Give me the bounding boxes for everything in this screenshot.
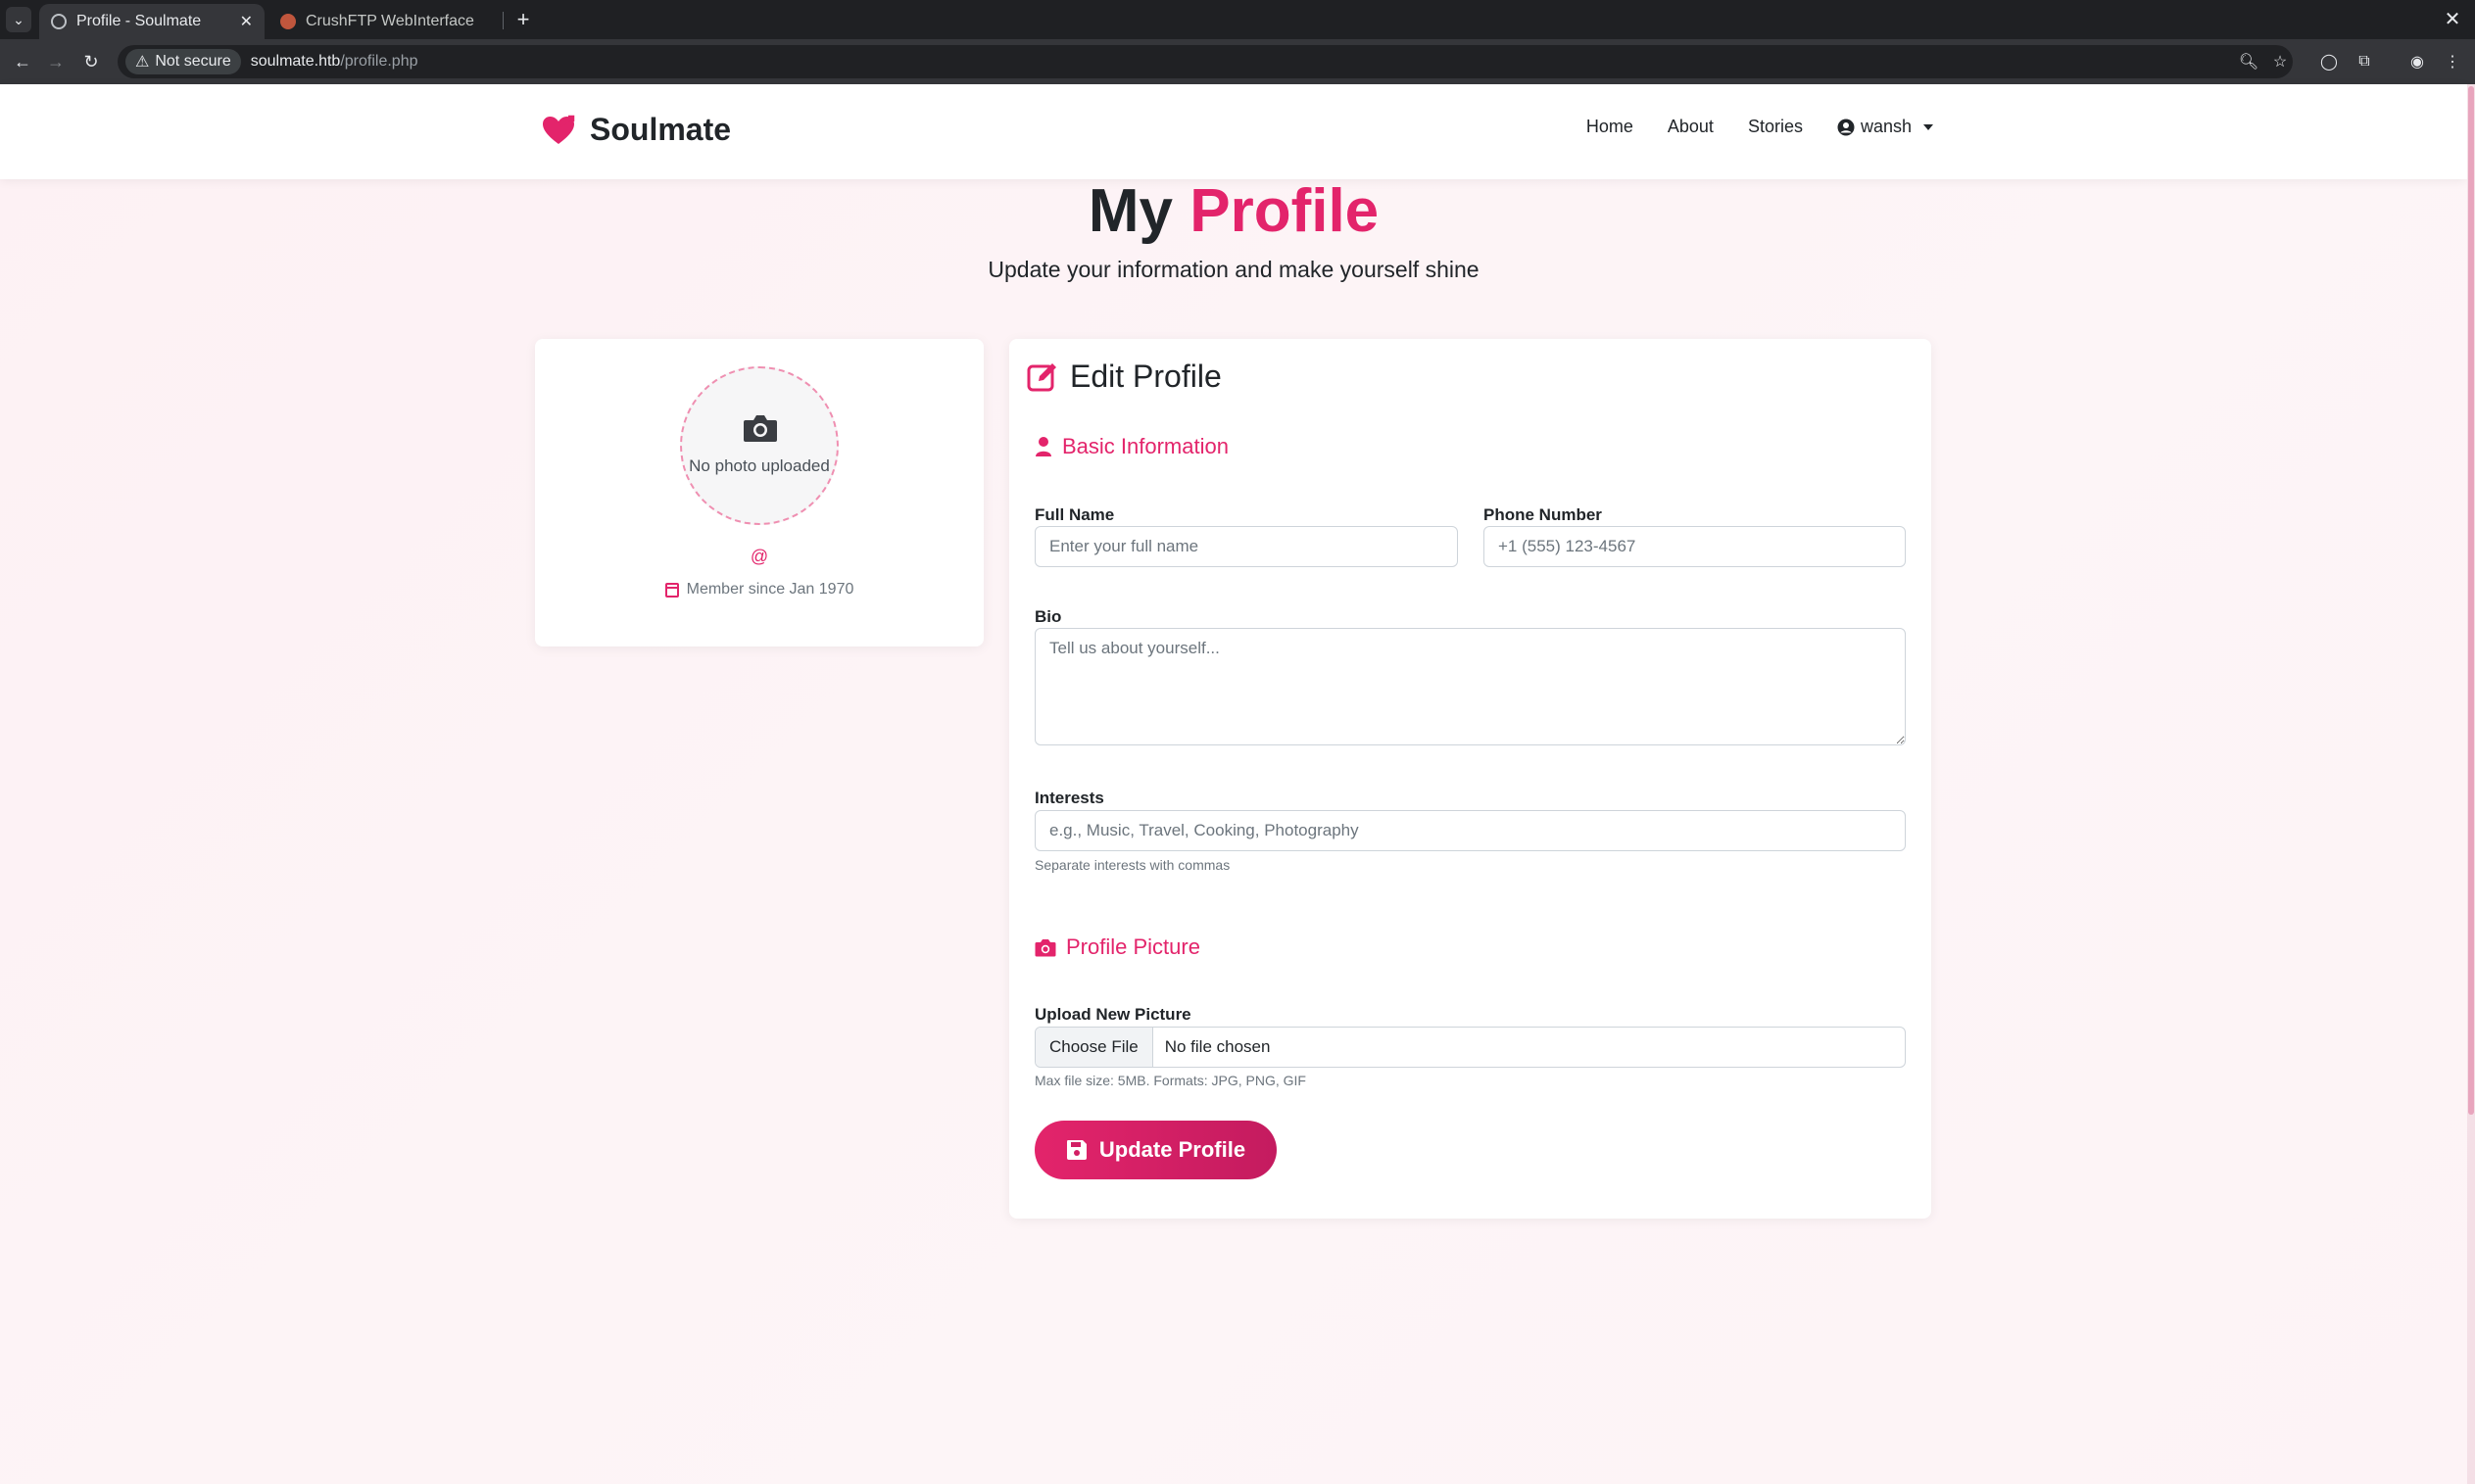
nav-links: Home About Stories wansh (1586, 117, 1933, 137)
nav-link-home[interactable]: Home (1586, 117, 1633, 137)
full-name-label: Full Name (1035, 505, 1115, 524)
basic-info-heading: Basic Information (1035, 434, 1229, 459)
nav-link-about[interactable]: About (1668, 117, 1714, 137)
extensions-puzzle-icon[interactable]: ⧉ (2350, 47, 2379, 76)
brand-link[interactable]: Soulmate (541, 112, 731, 148)
globe-icon (51, 14, 67, 29)
back-arrow-icon[interactable]: ← (8, 47, 37, 76)
interests-input[interactable] (1035, 810, 1906, 851)
full-name-input[interactable] (1035, 526, 1458, 567)
nav-link-stories[interactable]: Stories (1748, 117, 1803, 137)
brand-name: Soulmate (590, 112, 732, 147)
profile-icon[interactable]: ◉ (2402, 47, 2432, 76)
interests-label: Interests (1035, 789, 1104, 807)
page-subtitle: Update your information and make yoursel… (988, 257, 1480, 282)
page-title: My Profile (1088, 177, 1380, 245)
tab-profile[interactable]: Profile - Soulmate ✕ (39, 4, 265, 39)
bio-textarea[interactable] (1035, 628, 1906, 745)
crushftp-favicon-icon (280, 14, 296, 29)
site-navbar: Soulmate Home About Stories wansh (0, 84, 2467, 179)
interests-help: Separate interests with commas (1035, 857, 1231, 873)
scrollbar-thumb[interactable] (2468, 86, 2474, 1115)
reload-icon[interactable]: ↻ (76, 47, 106, 76)
user-circle-icon (1837, 119, 1855, 135)
page-scrollbar[interactable] (2467, 84, 2475, 1484)
page-content: Soulmate Home About Stories wansh My Pro… (0, 84, 2467, 1484)
security-label: Not secure (155, 53, 231, 70)
tab-title: CrushFTP WebInterface (306, 13, 474, 29)
bio-label: Bio (1035, 607, 1062, 626)
browser-toolbar: ← → ↻ ⚠ Not secure soulmate.htb/profile.… (0, 39, 2475, 84)
username-handle: @ (750, 547, 769, 566)
profile-picture-heading: Profile Picture (1035, 934, 1200, 960)
camera-icon (1035, 938, 1056, 956)
user-icon (1036, 437, 1051, 456)
phone-label: Phone Number (1483, 505, 1602, 524)
file-upload-input[interactable]: Choose File No file chosen (1035, 1027, 1906, 1068)
window-close-icon[interactable]: ✕ (2438, 4, 2467, 33)
caret-down-icon (1923, 123, 1933, 130)
user-dropdown[interactable]: wansh (1837, 117, 1933, 137)
tab-title: Profile - Soulmate (76, 13, 202, 29)
avatar-placeholder: No photo uploaded (680, 366, 839, 525)
security-chip[interactable]: ⚠ Not secure (125, 49, 241, 74)
upload-label: Upload New Picture (1035, 1005, 1191, 1024)
tab-separator (503, 12, 504, 29)
tab-crushftp[interactable]: CrushFTP WebInterface (268, 4, 504, 39)
camera-icon (744, 415, 777, 442)
close-tab-icon[interactable]: ✕ (240, 12, 253, 31)
warning-icon: ⚠ (135, 54, 150, 71)
new-tab-button[interactable]: + (510, 6, 537, 33)
update-profile-button[interactable]: Update Profile (1035, 1121, 1277, 1179)
choose-file-button[interactable]: Choose File (1036, 1028, 1153, 1067)
bookmark-star-icon[interactable]: ☆ (2265, 47, 2295, 76)
no-photo-text: No photo uploaded (689, 456, 830, 475)
menu-dots-icon[interactable]: ⋮ (2438, 47, 2467, 76)
heart-logo-icon (543, 115, 575, 144)
calendar-icon (664, 582, 679, 598)
file-status: No file chosen (1164, 1037, 1271, 1056)
phone-input[interactable] (1483, 526, 1906, 567)
save-icon (1066, 1140, 1087, 1160)
edit-profile-heading: Edit Profile (1027, 359, 1222, 395)
forward-arrow-icon[interactable]: → (41, 47, 71, 76)
tab-search-button[interactable]: ⌄ (6, 7, 31, 32)
edit-profile-card: Edit Profile Basic Information Full Name… (1009, 339, 1931, 1219)
upload-help: Max file size: 5MB. Formats: JPG, PNG, G… (1035, 1073, 1306, 1088)
extension-circle-icon[interactable]: ◯ (2314, 47, 2344, 76)
zoom-icon[interactable]: 🔍︎ (2234, 47, 2263, 76)
browser-tab-strip: ⌄ Profile - Soulmate ✕ CrushFTP WebInter… (0, 0, 2475, 39)
address-bar[interactable]: ⚠ Not secure soulmate.htb/profile.php (118, 45, 2293, 78)
url-text: soulmate.htb/profile.php (250, 53, 418, 70)
profile-summary-card: No photo uploaded @ Member since Jan 197… (535, 339, 984, 646)
edit-pencil-icon (1027, 362, 1056, 391)
member-since: Member since Jan 1970 (535, 581, 984, 598)
user-name: wansh (1860, 117, 1912, 136)
